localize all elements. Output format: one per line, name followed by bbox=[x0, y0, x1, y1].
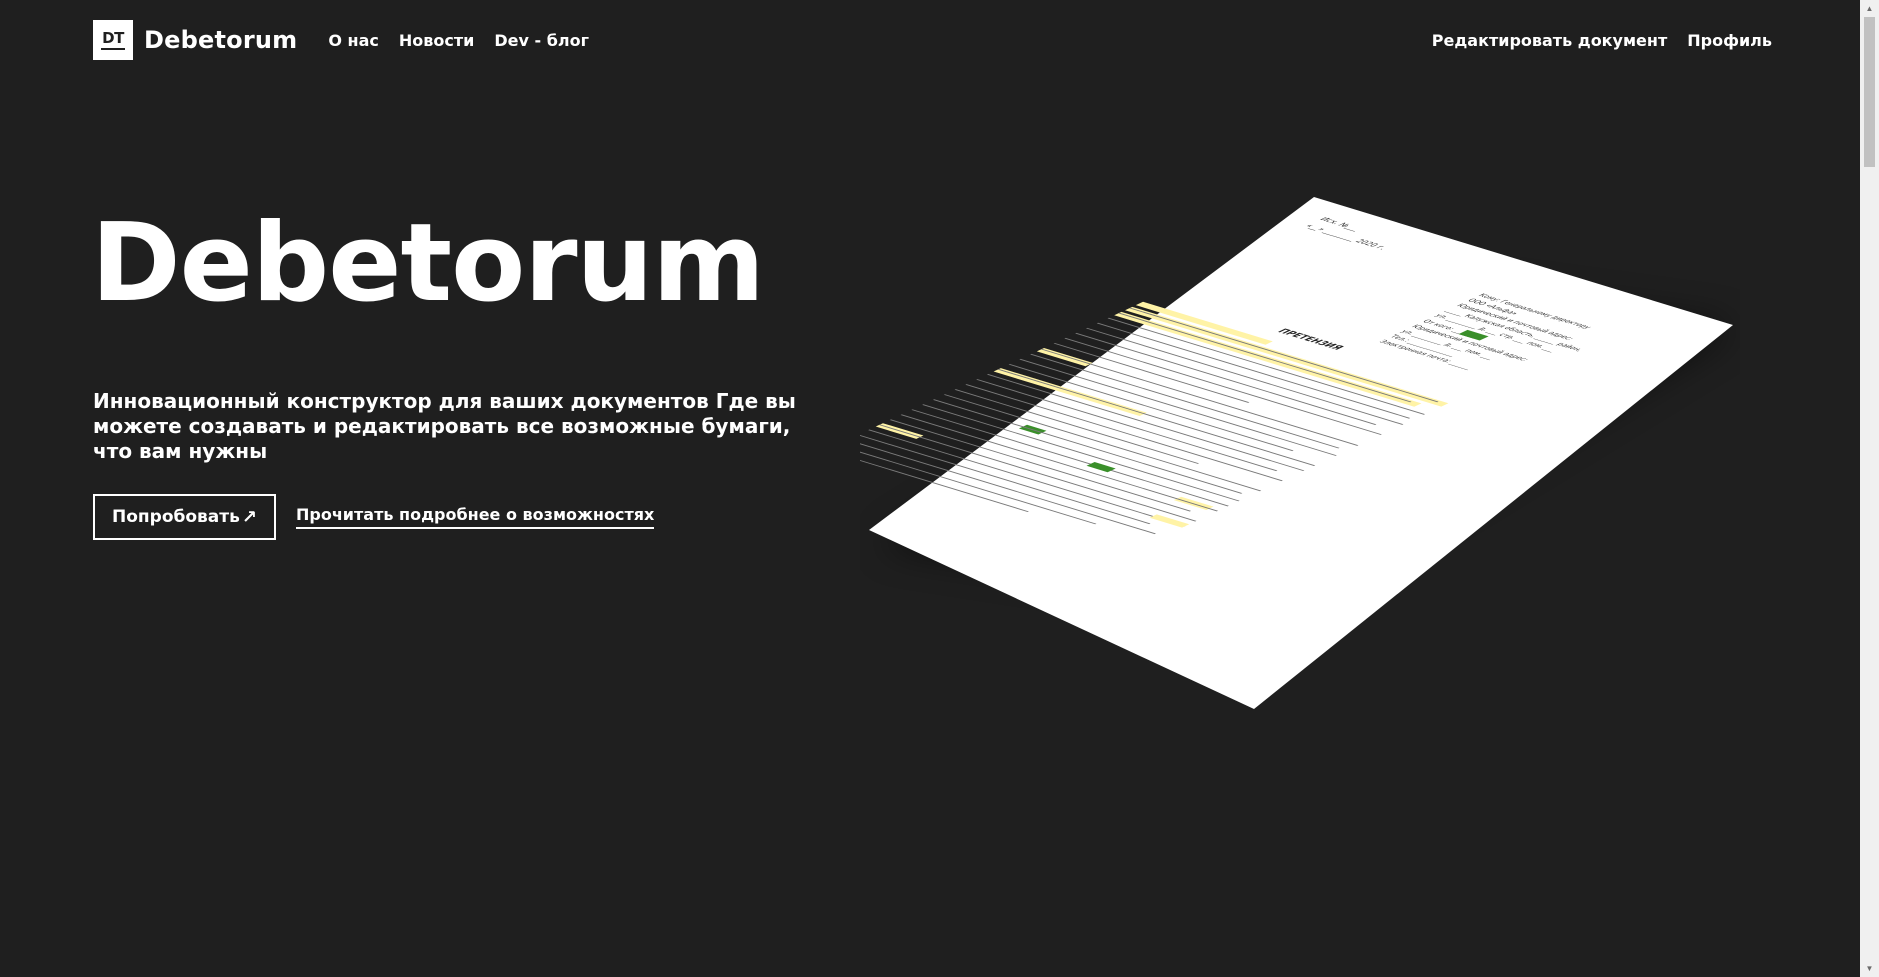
page: DT Debetorum О нас Новости Dev - блог Ре… bbox=[0, 0, 1879, 977]
header-right: Редактировать документ Профиль bbox=[1412, 31, 1772, 50]
profile-link[interactable]: Профиль bbox=[1687, 31, 1772, 50]
logo-link[interactable]: DT Debetorum bbox=[93, 20, 297, 60]
logo-mark-text: DT bbox=[102, 28, 124, 47]
arrow-up-right-icon: ↗ bbox=[241, 506, 257, 528]
hero-title: Debetorum bbox=[91, 201, 765, 326]
nav-item-about[interactable]: О нас bbox=[328, 31, 379, 50]
try-button[interactable]: Попробовать ↗ bbox=[93, 494, 276, 540]
try-button-label: Попробовать bbox=[112, 507, 240, 527]
scroll-down-arrow-icon[interactable]: ▼ bbox=[1860, 960, 1879, 977]
read-more-link[interactable]: Прочитать подробнее о возможностях bbox=[295, 505, 655, 529]
hero-subtitle: Инновационный конструктор для ваших доку… bbox=[93, 389, 796, 463]
vertical-scrollbar[interactable]: ▲ ▼ bbox=[1860, 0, 1879, 977]
scroll-up-arrow-icon[interactable]: ▲ bbox=[1860, 0, 1879, 17]
highlight-yellow bbox=[1036, 348, 1093, 367]
document-illustration: Исх. №___ «__» ________ 2020 г. Кому: Ге… bbox=[860, 197, 1737, 709]
edit-document-link[interactable]: Редактировать документ bbox=[1432, 31, 1667, 50]
main-nav: О нас Новости Dev - блог bbox=[328, 31, 609, 50]
site-header: DT Debetorum О нас Новости Dev - блог Ре… bbox=[93, 20, 1772, 60]
scroll-thumb[interactable] bbox=[1864, 17, 1875, 167]
logo-mark-underline bbox=[101, 47, 125, 50]
nav-item-dev-blog[interactable]: Dev - блог bbox=[494, 31, 589, 50]
logo-mark: DT bbox=[93, 20, 133, 60]
cta-row: Попробовать ↗ Прочитать подробнее о возм… bbox=[93, 494, 655, 540]
logo-text: Debetorum bbox=[144, 26, 298, 54]
header-left: DT Debetorum О нас Новости Dev - блог bbox=[93, 20, 609, 60]
nav-item-news[interactable]: Новости bbox=[399, 31, 474, 50]
